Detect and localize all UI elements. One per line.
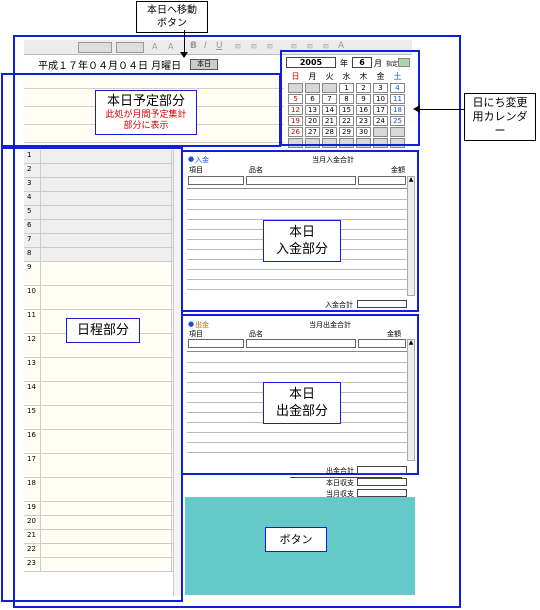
expense-total-field <box>357 466 407 474</box>
align-center-icon[interactable]: ≡ <box>250 42 258 52</box>
bold-button[interactable]: B <box>190 41 197 51</box>
expense-total-label: 出金合計 <box>326 467 354 475</box>
schedule-callout: 日程部分 <box>66 318 140 343</box>
plan-callout: 本日予定部分 此処が月間予定集計 部分に表示 <box>95 90 197 135</box>
today-callout-arrowhead <box>180 52 188 58</box>
today-balance-field <box>357 478 407 486</box>
today-balance-label: 本日収支 <box>326 479 354 487</box>
font-grow-button[interactable]: A <box>152 42 157 51</box>
current-date-label: 平成１７年０４月０４日 月曜日 <box>38 61 182 72</box>
schedule-annotation <box>1 147 183 602</box>
italic-button[interactable]: I <box>204 41 207 51</box>
align-right-icon[interactable]: ≡ <box>266 42 274 52</box>
expense-callout: 本日 出金部分 <box>263 382 341 424</box>
buttons-callout: ボタン <box>265 527 327 552</box>
income-callout: 本日 入金部分 <box>263 220 341 262</box>
calendar-callout: 日にち変更 用カレンダー <box>464 93 536 141</box>
underline-button[interactable]: U <box>216 41 223 51</box>
align-left-icon[interactable]: ≡ <box>234 42 242 52</box>
calendar-annotation <box>280 50 420 146</box>
calendar-callout-arrowhead <box>413 105 420 113</box>
calendar-callout-arrow <box>420 109 464 110</box>
month-balance-field <box>357 489 407 497</box>
font-size-dropdown[interactable] <box>116 42 144 53</box>
font-shrink-button[interactable]: A <box>168 42 173 51</box>
today-button-callout: 本日へ移動 ボタン <box>136 1 208 33</box>
font-name-dropdown[interactable] <box>78 42 112 53</box>
screenshot-root: A A B I U ≡ ≡ ≡ ≡ ≡ ≡ A 平成１７年０４月０４日 月曜日 … <box>0 0 540 610</box>
today-button[interactable]: 本日 <box>190 59 218 70</box>
